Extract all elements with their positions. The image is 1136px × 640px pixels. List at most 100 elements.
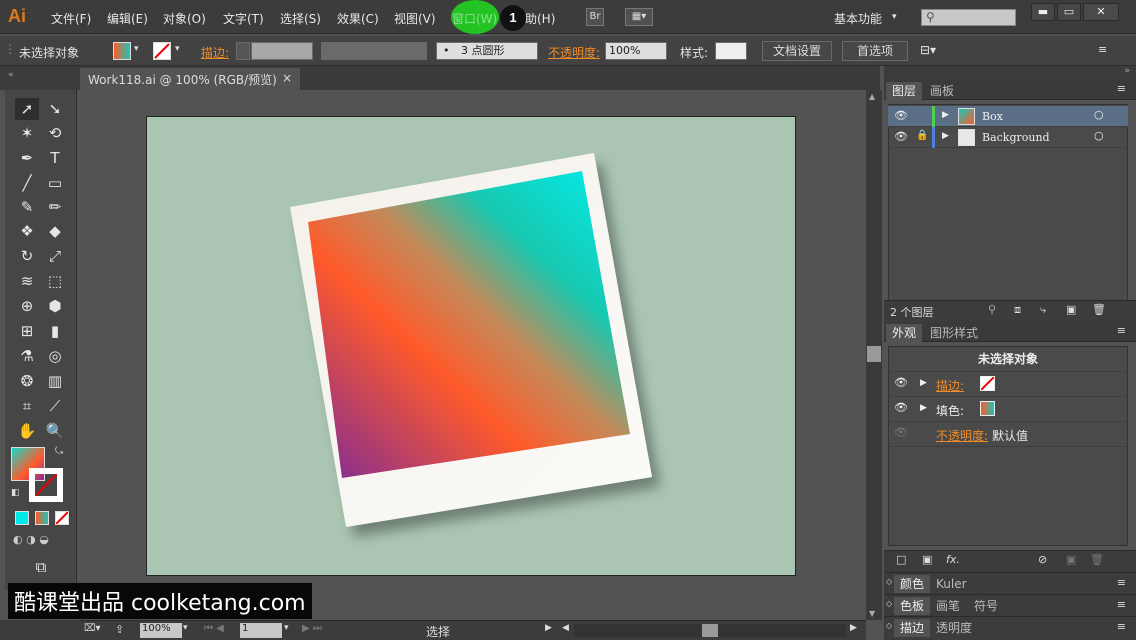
delete-layer-icon[interactable]: 🗑 xyxy=(1092,303,1106,316)
eraser-tool-icon[interactable]: ◆ xyxy=(43,220,67,242)
eye-icon[interactable]: 👁 xyxy=(894,401,908,414)
panel-menu-icon[interactable]: ≡ xyxy=(1117,82,1126,95)
artboard-number-field[interactable]: 1 xyxy=(240,623,282,638)
tab-kuler[interactable]: Kuler xyxy=(930,575,973,593)
panel-menu-icon[interactable]: ≡ xyxy=(1098,43,1107,56)
gradient-tool-icon[interactable]: ▮ xyxy=(43,320,67,342)
first-artboard-icon[interactable]: ⏮ ◀ xyxy=(204,623,224,634)
gradient-photo[interactable] xyxy=(308,171,630,478)
screen-mode-icon[interactable]: ⧉ xyxy=(29,556,53,578)
status-menu-icon[interactable]: ▶ xyxy=(545,623,552,633)
tab-symbols[interactable]: 符号 xyxy=(968,597,1004,615)
new-sublayer-icon[interactable]: ⤷ xyxy=(1040,303,1046,317)
preferences-button[interactable]: 首选项 xyxy=(842,41,908,61)
chevron-down-icon[interactable]: ▾ xyxy=(134,44,139,54)
scroll-left-icon[interactable]: ◀ xyxy=(562,623,569,633)
opacity-field[interactable]: 100% xyxy=(605,42,667,60)
scroll-right-icon[interactable]: ▶ xyxy=(850,623,857,633)
clear-appearance-icon[interactable]: ⊘ xyxy=(1038,553,1047,566)
delete-item-icon[interactable]: 🗑 xyxy=(1090,553,1104,566)
workspace-switcher[interactable]: 基本功能 xyxy=(834,10,882,27)
expand-triangle-icon[interactable]: ▶ xyxy=(942,110,949,120)
arrange-documents-button[interactable]: ▦▾ xyxy=(625,8,653,26)
menu-file[interactable]: 文件(F) xyxy=(51,10,91,27)
expand-triangle-icon[interactable]: ▶ xyxy=(920,403,927,413)
scale-tool-icon[interactable]: ⤢ xyxy=(43,245,67,267)
draw-mode-icons[interactable]: ◐ ◑ ◒ xyxy=(13,533,73,549)
tab-swatches[interactable]: 色板 xyxy=(894,597,931,615)
brush-definition[interactable]: • 3 点圆形 xyxy=(436,42,538,60)
menu-effect[interactable]: 效果(C) xyxy=(337,10,379,27)
panel-menu-icon[interactable]: ≡ xyxy=(1117,598,1126,611)
chevron-down-icon[interactable]: ▾ xyxy=(175,44,180,54)
menu-type[interactable]: 文字(T) xyxy=(223,10,264,27)
add-stroke-icon[interactable]: □ xyxy=(896,553,906,566)
target-circle-icon[interactable]: ○ xyxy=(1094,129,1104,142)
zoom-tool-icon[interactable]: 🔍 xyxy=(43,420,67,442)
close-button[interactable]: ✕ xyxy=(1083,3,1119,21)
stroke-weight-stepper[interactable] xyxy=(236,42,250,60)
swap-fill-stroke-icon[interactable]: ⤿ xyxy=(55,446,63,457)
minimize-button[interactable]: ▬ xyxy=(1031,3,1055,21)
pen-tool-icon[interactable]: ✒ xyxy=(15,147,39,169)
pencil-tool-icon[interactable]: ✏ xyxy=(43,196,67,218)
shape-builder-tool-icon[interactable]: ⊕ xyxy=(15,295,39,317)
panel-menu-icon[interactable]: ≡ xyxy=(1117,324,1126,337)
chevron-down-icon[interactable]: ▾ xyxy=(284,623,289,633)
stroke-color-box[interactable] xyxy=(29,468,63,502)
lock-icon[interactable]: 🔒 xyxy=(916,130,928,141)
menu-window[interactable]: 窗口(W) xyxy=(452,10,497,27)
appearance-stroke-row[interactable]: 👁 ▶ 描边: xyxy=(888,372,1128,397)
appearance-opacity-row[interactable]: 👁 不透明度: 默认值 xyxy=(888,422,1128,447)
none-mode-icon[interactable] xyxy=(55,511,69,525)
duplicate-item-icon[interactable]: ▣ xyxy=(1066,553,1076,566)
stroke-label[interactable]: 描边: xyxy=(201,44,229,61)
menu-edit[interactable]: 编辑(E) xyxy=(107,10,148,27)
isolate-icon[interactable]: ⊟▾ xyxy=(920,43,936,57)
default-colors-icon[interactable]: ◧ xyxy=(11,488,20,498)
rectangle-tool-icon[interactable]: ▭ xyxy=(43,172,67,194)
line-tool-icon[interactable]: ╱ xyxy=(15,172,39,194)
expand-triangle-icon[interactable]: ▶ xyxy=(942,131,949,141)
document-setup-button[interactable]: 文档设置 xyxy=(762,41,832,61)
lasso-tool-icon[interactable]: ⟲ xyxy=(43,122,67,144)
magic-wand-tool-icon[interactable]: ✶ xyxy=(15,122,39,144)
menu-view[interactable]: 视图(V) xyxy=(394,10,436,27)
target-circle-icon[interactable]: ○ xyxy=(1094,108,1104,121)
search-input[interactable]: ⚲ xyxy=(921,9,1016,26)
color-mode-icon[interactable] xyxy=(15,511,29,525)
scroll-up-icon[interactable]: ▲ xyxy=(869,92,875,101)
type-tool-icon[interactable]: T xyxy=(43,147,67,169)
rotate-tool-icon[interactable]: ↻ xyxy=(15,245,39,267)
eyedropper-tool-icon[interactable]: ⚗ xyxy=(15,345,39,367)
free-transform-tool-icon[interactable]: ⬚ xyxy=(43,270,67,292)
layer-name[interactable]: Background xyxy=(982,131,1050,144)
last-artboard-icon[interactable]: ▶ ⏭ xyxy=(302,623,322,634)
document-tab[interactable]: Work118.ai @ 100% (RGB/预览) × xyxy=(80,68,300,90)
close-tab-icon[interactable]: × xyxy=(282,71,292,85)
perspective-grid-tool-icon[interactable]: ⬢ xyxy=(43,295,67,317)
eye-icon[interactable]: 👁 xyxy=(894,376,908,389)
status-icon[interactable]: ⌧▾ xyxy=(84,623,101,634)
tab-artboards[interactable]: 画板 xyxy=(924,82,960,100)
chevron-down-icon[interactable]: ▾ xyxy=(183,623,188,633)
panel-menu-icon[interactable]: ≡ xyxy=(1117,576,1126,589)
locate-object-icon[interactable]: ⚲ xyxy=(988,303,996,316)
graphic-style-picker[interactable] xyxy=(715,42,747,60)
eye-icon[interactable]: 👁 xyxy=(894,426,908,439)
tab-transparency[interactable]: 透明度 xyxy=(930,619,978,637)
blob-brush-tool-icon[interactable]: ❖ xyxy=(15,220,39,242)
artboard-tool-icon[interactable]: ⌗ xyxy=(15,395,39,417)
add-fill-icon[interactable]: ▣ xyxy=(922,553,932,566)
add-effect-button[interactable]: fx. xyxy=(946,553,960,566)
tab-color[interactable]: 颜色 xyxy=(894,575,931,593)
fill-swatch[interactable] xyxy=(980,401,995,416)
column-graph-tool-icon[interactable]: ▥ xyxy=(43,370,67,392)
expand-triangle-icon[interactable]: ▶ xyxy=(920,378,927,388)
tab-layers[interactable]: 图层 xyxy=(886,82,923,100)
collapse-panels-icon[interactable]: » xyxy=(1124,66,1130,76)
stroke-swatch[interactable] xyxy=(153,42,171,60)
panel-menu-icon[interactable]: ≡ xyxy=(1117,620,1126,633)
variable-width-profile[interactable] xyxy=(321,42,427,60)
stroke-label[interactable]: 描边: xyxy=(936,377,964,394)
